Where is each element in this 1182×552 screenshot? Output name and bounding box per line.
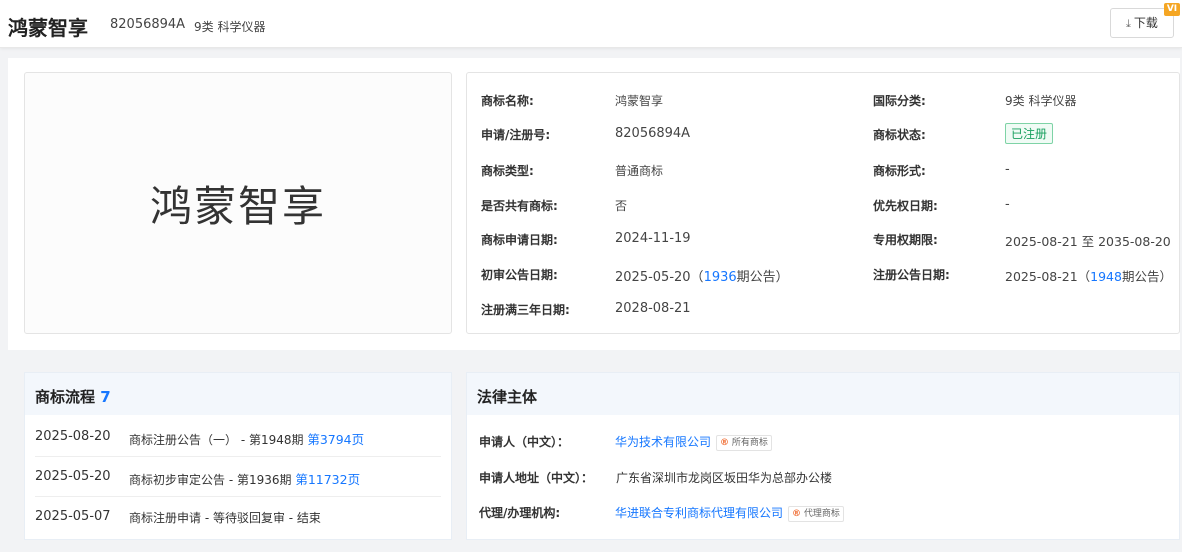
flow-desc-text: 商标注册公告（一） - 第1948期 [129,433,308,447]
flow-page-link[interactable]: 第11732页 [295,472,360,487]
prelim-issue-link[interactable]: 1936 [704,270,737,285]
vip-badge: VI [1164,3,1180,16]
trademark-title: 鸿蒙智享 [8,16,88,40]
label-prelim-date: 初审公告日期: [481,268,558,282]
label-intl-class: 国际分类: [873,94,926,108]
label-priority-date: 优先权日期: [873,199,938,213]
legal-entity-panel: 法律主体 申请人（中文）： 华为技术有限公司 ® 所有商标 申请人地址（中文）： … [466,372,1180,540]
flow-date: 2025-08-20 [35,429,111,444]
label-trademark-type: 商标类型: [481,164,534,178]
value-applicant-address: 广东省深圳市龙岗区坂田华为总部办公楼 [616,471,833,485]
flow-desc-text: 商标初步审定公告 - 第1936期 [129,473,296,487]
trademark-image: 鸿蒙智享 [24,72,452,334]
value-prelim-date: 2025-05-20（1936期公告） [615,266,789,285]
flow-item: 2025-08-20 商标注册公告（一） - 第1948期 第3794页 [25,417,451,457]
label-apply-date: 商标申请日期: [481,233,558,247]
info-table: 商标名称: 鸿蒙智享 申请/注册号: 82056894A 商标类型: 普通商标 … [466,72,1180,334]
label-agency: 代理/办理机构: [479,506,561,520]
label-form: 商标形式: [873,164,926,178]
label-shared: 是否共有商标: [481,199,558,213]
flow-title: 商标流程 7 [35,386,111,407]
value-trademark-name: 鸿蒙智享 [615,94,664,108]
value-reg-announce-date: 2025-08-21（1948期公告） [1005,266,1172,285]
legal-title: 法律主体 [477,388,538,406]
flow-desc: 商标注册公告（一） - 第1948期 第3794页 [129,429,364,448]
label-three-year-date: 注册满三年日期: [481,303,570,317]
agent-trademarks-tag[interactable]: ® 代理商标 [788,506,844,522]
flow-page-link[interactable]: 第3794页 [307,432,364,447]
label-trademark-name: 商标名称: [481,94,534,108]
flow-header: 商标流程 7 [25,373,451,415]
reg-issue-link[interactable]: 1948 [1090,269,1122,284]
flow-date: 2025-05-20 [35,469,111,484]
trademark-class: 9类 科学仪器 [194,20,266,34]
flow-count: 7 [100,388,111,406]
flow-date: 2025-05-07 [35,509,111,524]
label-applicant-address: 申请人地址（中文）： [479,471,594,485]
download-label: 下载 [1133,16,1158,30]
prelim-issue-suffix: 期公告） [736,270,789,285]
value-shared: 否 [615,199,628,213]
value-three-year-date: 2028-08-21 [615,301,691,316]
legal-header: 法律主体 [467,373,1179,415]
value-priority-date: - [1005,197,1010,212]
r-icon: ® [792,509,802,519]
value-reg-no: 82056894A [615,126,691,141]
flow-item: 2025-05-20 商标初步审定公告 - 第1936期 第11732页 [25,457,451,497]
agent-trademarks-label: 代理商标 [803,509,840,519]
download-icon: ⤓ [1126,17,1131,30]
header-bar: 鸿蒙智享 82056894A 9类 科学仪器 ⤓ 下载 VI [0,0,1182,48]
label-exclusive-period: 专用权期限: [873,233,938,247]
trademark-image-text: 鸿蒙智享 [149,182,326,231]
value-agency: 华进联合专利商标代理有限公司 ® 代理商标 [615,504,844,522]
label-reg-no: 申请/注册号: [481,128,551,142]
flow-item: 2025-05-07 商标注册申请 - 等待驳回复审 - 结束 [25,497,451,537]
applicant-link[interactable]: 华为技术有限公司 [615,435,711,449]
value-trademark-type: 普通商标 [615,164,664,178]
prelim-date-text: 2025-05-20（ [615,270,704,285]
registration-number: 82056894A [110,17,186,32]
label-reg-announce-date: 注册公告日期: [873,268,950,282]
value-apply-date: 2024-11-19 [615,231,691,246]
all-trademarks-tag[interactable]: ® 所有商标 [716,435,772,451]
value-intl-class: 9类 科学仪器 [1005,94,1077,108]
agency-link[interactable]: 华进联合专利商标代理有限公司 [615,506,783,520]
value-form: - [1005,162,1010,177]
value-applicant: 华为技术有限公司 ® 所有商标 [615,433,772,451]
flow-title-text: 商标流程 [35,388,96,406]
reg-announce-date-text: 2025-08-21（ [1005,269,1091,284]
label-applicant: 申请人（中文）： [479,435,570,449]
flow-desc: 商标初步审定公告 - 第1936期 第11732页 [129,469,360,488]
value-exclusive-period: 2025-08-21 至 2035-08-20 [1005,234,1171,249]
all-trademarks-label: 所有商标 [731,438,768,448]
flow-desc: 商标注册申请 - 等待驳回复审 - 结束 [129,511,321,525]
status-badge: 已注册 [1005,123,1054,144]
reg-issue-suffix: 期公告） [1121,269,1172,284]
label-status: 商标状态: [873,128,926,142]
r-icon: ® [720,438,730,448]
trademark-flow-panel: 商标流程 7 2025-08-20 商标注册公告（一） - 第1948期 第37… [24,372,452,540]
